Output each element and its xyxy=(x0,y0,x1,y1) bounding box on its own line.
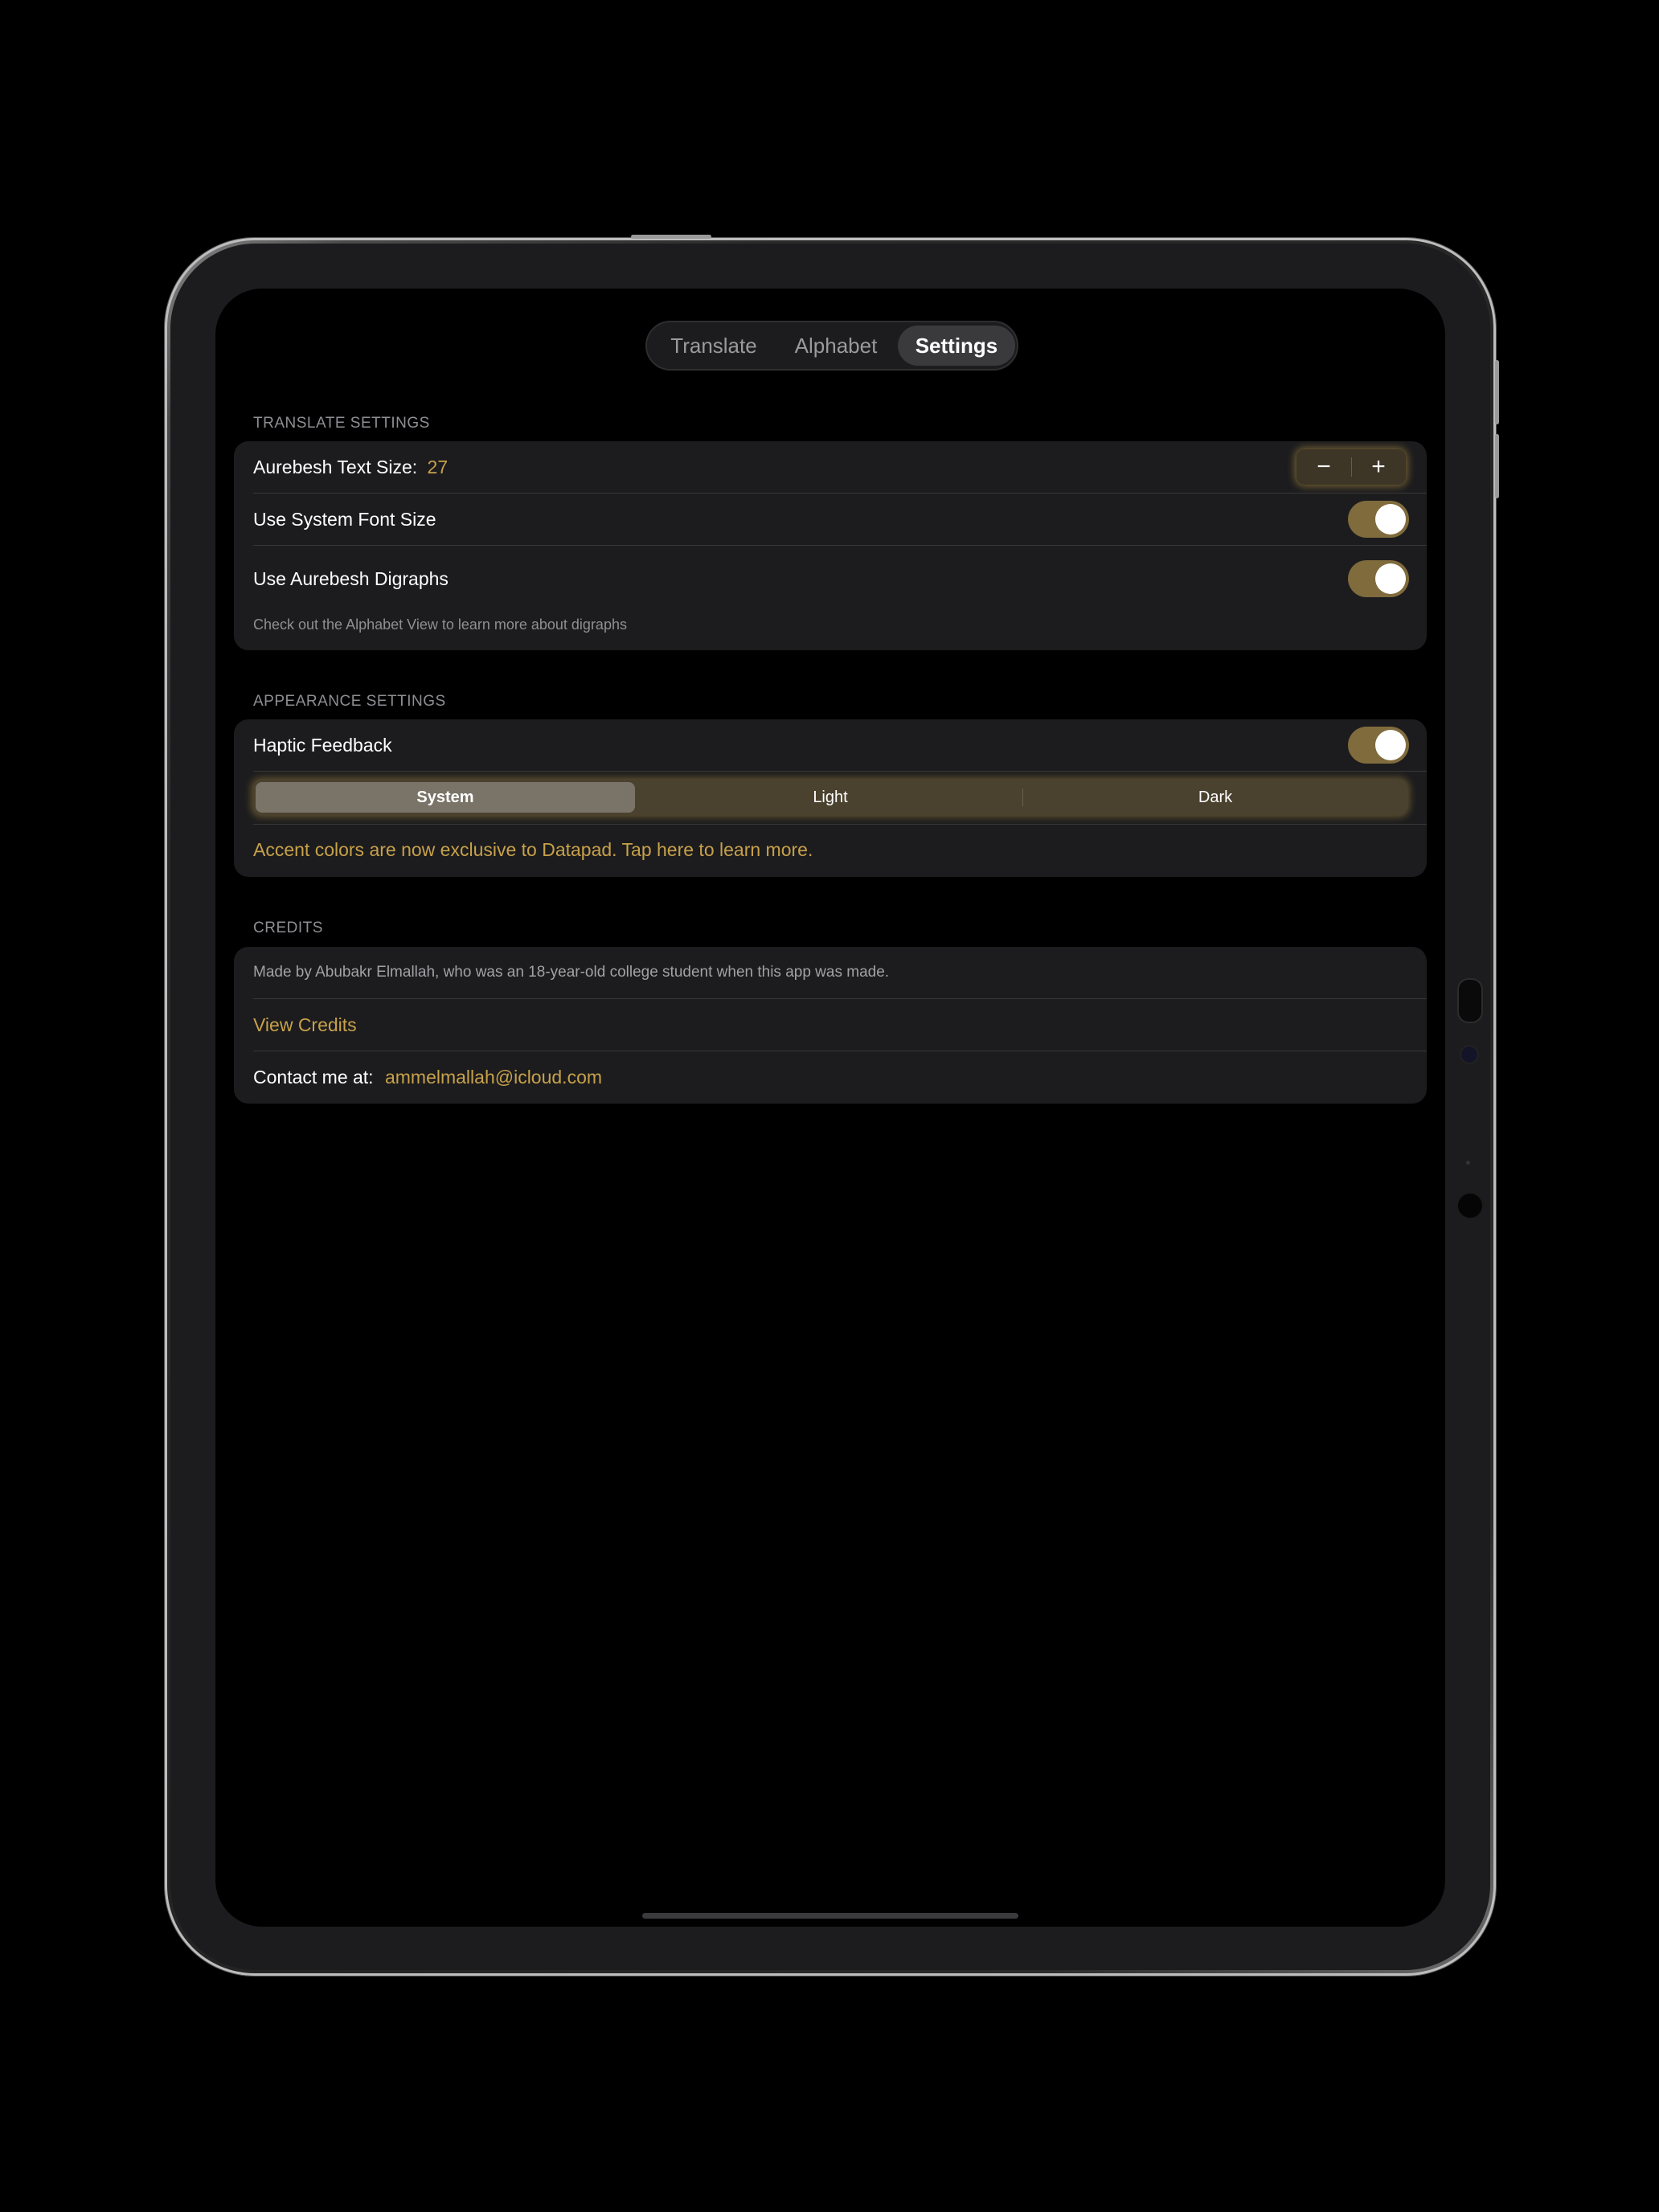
home-indicator[interactable] xyxy=(642,1913,1018,1919)
decrement-button[interactable]: − xyxy=(1296,449,1351,485)
rear-camera-icon xyxy=(1456,1192,1484,1219)
pencil-connector xyxy=(1457,978,1483,1023)
view-credits-link[interactable]: View Credits xyxy=(253,1014,357,1036)
theme-option-dark[interactable]: Dark xyxy=(1023,780,1407,815)
digraphs-footnote: Check out the Alphabet View to learn mor… xyxy=(253,616,627,633)
credits-card: Made by Abubakr Elmallah, who was an 18-… xyxy=(234,947,1427,1104)
toggle-knob xyxy=(1375,504,1406,535)
translate-settings-header: TRANSLATE SETTINGS xyxy=(253,415,430,432)
haptic-row: Haptic Feedback xyxy=(234,719,1427,771)
tab-settings[interactable]: Settings xyxy=(898,326,1015,366)
digraphs-label: Use Aurebesh Digraphs xyxy=(253,568,449,589)
digraphs-row: Use Aurebesh Digraphs Check out the Alph… xyxy=(234,546,1427,650)
toggle-knob xyxy=(1375,730,1406,760)
divider xyxy=(253,998,1427,999)
tab-bar: Translate Alphabet Settings xyxy=(645,321,1018,371)
appearance-settings-card: Haptic Feedback System Light Dark Accent… xyxy=(234,719,1427,877)
translate-settings-card: Aurebesh Text Size: 27 − + Use System Fo… xyxy=(234,441,1427,650)
text-size-row: Aurebesh Text Size: 27 − + xyxy=(234,441,1427,493)
camera-lens-icon xyxy=(1460,1045,1479,1064)
credits-header: CREDITS xyxy=(253,920,323,936)
haptic-label: Haptic Feedback xyxy=(253,735,392,756)
theme-option-system[interactable]: System xyxy=(256,782,635,813)
divider xyxy=(253,824,1427,825)
top-button xyxy=(631,235,711,239)
sensor-dot xyxy=(1466,1161,1470,1165)
theme-segmented-control[interactable]: System Light Dark xyxy=(253,780,1407,815)
made-by-text: Made by Abubakr Elmallah, who was an 18-… xyxy=(253,964,890,981)
toggle-knob xyxy=(1375,563,1406,594)
text-size-stepper[interactable]: − + xyxy=(1296,449,1406,485)
digraphs-toggle[interactable] xyxy=(1348,560,1409,597)
contact-label: Contact me at: xyxy=(253,1067,374,1088)
haptic-toggle[interactable] xyxy=(1348,727,1409,764)
theme-option-light[interactable]: Light xyxy=(637,780,1023,815)
text-size-label: Aurebesh Text Size: 27 xyxy=(253,457,449,477)
system-font-toggle[interactable] xyxy=(1348,501,1409,538)
tab-alphabet[interactable]: Alphabet xyxy=(776,326,896,366)
appearance-settings-header: APPEARANCE SETTINGS xyxy=(253,693,446,710)
system-font-label: Use System Font Size xyxy=(253,509,436,530)
volume-up-button xyxy=(1495,360,1499,424)
accent-colors-link[interactable]: Accent colors are now exclusive to Datap… xyxy=(253,839,813,861)
tab-translate[interactable]: Translate xyxy=(653,326,774,366)
screen: Translate Alphabet Settings TRANSLATE SE… xyxy=(215,289,1445,1927)
text-size-value: 27 xyxy=(427,457,449,477)
volume-down-button xyxy=(1495,434,1499,498)
divider xyxy=(253,771,1427,772)
increment-button[interactable]: + xyxy=(1351,449,1406,485)
contact-row: Contact me at: ammelmallah@icloud.com xyxy=(253,1067,602,1088)
contact-email-link[interactable]: ammelmallah@icloud.com xyxy=(385,1067,602,1088)
system-font-row: Use System Font Size xyxy=(234,494,1427,545)
